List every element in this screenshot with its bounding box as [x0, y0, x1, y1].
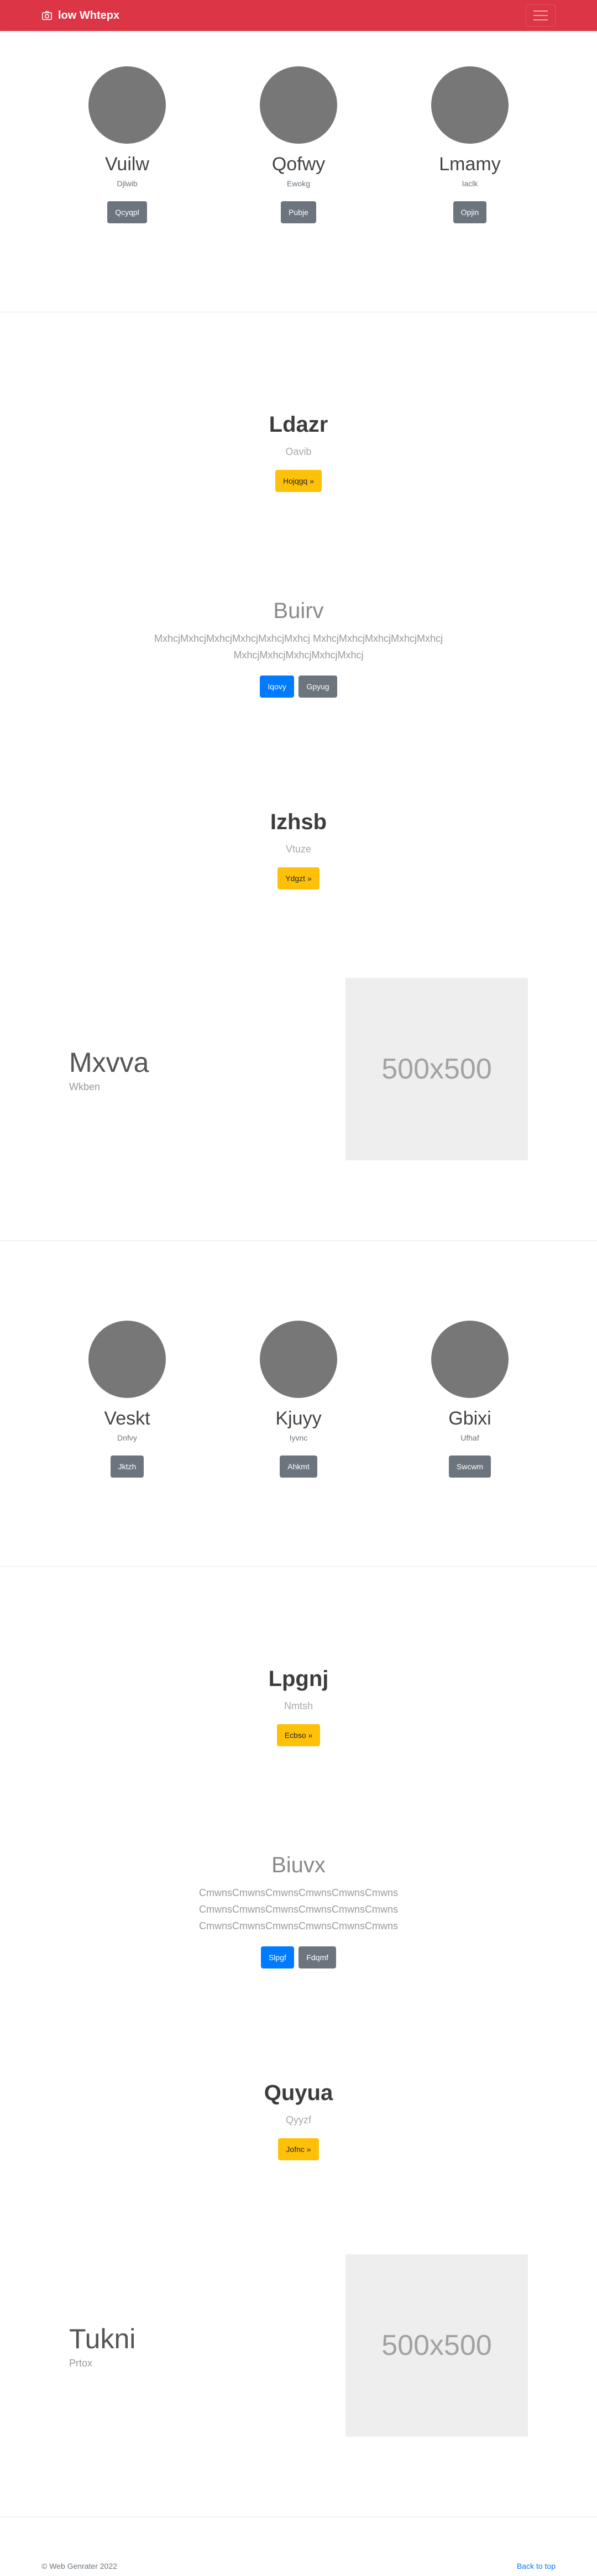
- member-button[interactable]: Jktzh: [110, 1455, 144, 1478]
- hero-button[interactable]: Ecbso »: [276, 1724, 321, 1746]
- placeholder-image: 500x500: [345, 978, 528, 1160]
- member-name: Kjuyy: [275, 1408, 322, 1429]
- member-button[interactable]: Pubje: [281, 201, 316, 223]
- member-name: Veskt: [104, 1408, 150, 1429]
- team-section: Veskt Dnfvy Jktzh Kjuyy Iyvnc Ahkmt Gbix…: [0, 1241, 597, 1478]
- team-member: Kjuyy Iyvnc Ahkmt: [238, 1321, 359, 1478]
- avatar: [431, 1321, 509, 1398]
- feature-section: Biuvx CmwnsCmwnsCmwnsCmwnsCmwnsCmwns Cmw…: [0, 1746, 597, 1968]
- feature-text-line: MxhcjMxhcjMxhcjMxhcjMxhcj: [233, 650, 364, 661]
- media-section: Mxvva Wkben 500x500: [0, 978, 597, 1160]
- footer: © Web Genrater 2022 Back to top: [0, 2517, 597, 2576]
- hamburger-icon: [533, 11, 548, 12]
- team-member: Vuilw Djlwib Qcyqpl: [66, 66, 188, 223]
- feature-primary-button[interactable]: Iqovy: [260, 676, 294, 698]
- navbar: low Whtepx: [0, 0, 597, 31]
- media-title: Tukni: [69, 2323, 136, 2354]
- hero-subtitle: Qyyzf: [285, 2114, 311, 2125]
- feature-text-line: CmwnsCmwnsCmwnsCmwnsCmwnsCmwns: [198, 1887, 399, 1898]
- feature-secondary-button[interactable]: Gpyug: [298, 676, 337, 698]
- team-member: Veskt Dnfvy Jktzh: [66, 1321, 188, 1478]
- camera-icon: [42, 11, 52, 20]
- feature-secondary-button[interactable]: Fdqmf: [298, 1946, 337, 1968]
- hero-title: Ldazr: [269, 412, 328, 437]
- member-button[interactable]: Ahkmt: [280, 1455, 317, 1478]
- feature-text-line: CmwnsCmwnsCmwnsCmwnsCmwnsCmwns: [198, 1904, 399, 1915]
- team-section: Vuilw Djlwib Qcyqpl Qofwy Ewokg Pubje Lm…: [0, 31, 597, 223]
- member-name: Gbixi: [448, 1408, 491, 1429]
- feature-text-line: CmwnsCmwnsCmwnsCmwnsCmwnsCmwns: [198, 1920, 399, 1931]
- avatar: [260, 66, 337, 144]
- member-role: Ewokg: [286, 179, 311, 188]
- hero-button[interactable]: Ydgzt »: [277, 867, 320, 889]
- avatar: [431, 66, 509, 144]
- member-role: Djlwib: [117, 179, 138, 188]
- team-member: Lmamy Iaclk Opjin: [409, 66, 531, 223]
- feature-title: Biuvx: [271, 1853, 326, 1877]
- media-subtitle: Prtox: [69, 2357, 93, 2369]
- hero-title: Izhsb: [270, 810, 327, 834]
- hero-subtitle: Oavib: [285, 446, 312, 457]
- media-section: Tukni Prtox 500x500: [0, 2254, 597, 2437]
- hero-button[interactable]: Hojqgq »: [275, 470, 322, 492]
- avatar: [88, 1321, 166, 1398]
- hero-section: Lpgnj Nmtsh Ecbso »: [0, 1567, 597, 1746]
- avatar: [88, 66, 166, 144]
- feature-text: CmwnsCmwnsCmwnsCmwnsCmwnsCmwns CmwnsCmwn…: [0, 1884, 597, 1934]
- navbar-brand[interactable]: low Whtepx: [41, 9, 119, 22]
- feature-title: Buirv: [273, 599, 324, 623]
- hero-button[interactable]: Jofnc »: [278, 2138, 319, 2160]
- feature-primary-button[interactable]: Slpgf: [260, 1946, 294, 1968]
- member-name: Qofwy: [271, 154, 326, 175]
- member-role: Dnfvy: [117, 1433, 137, 1442]
- team-member: Qofwy Ewokg Pubje: [238, 66, 359, 223]
- back-to-top-link[interactable]: Back to top: [517, 2562, 556, 2570]
- feature-section: Buirv MxhcjMxhcjMxhcjMxhcjMxhcjMxhcj Mxh…: [0, 492, 597, 698]
- hero-title: Quyua: [264, 2081, 333, 2105]
- hero-title: Lpgnj: [268, 1667, 329, 1691]
- hero-section: Izhsb Vtuze Ydgzt »: [0, 698, 597, 889]
- feature-text: MxhcjMxhcjMxhcjMxhcjMxhcjMxhcj MxhcjMxhc…: [0, 630, 597, 663]
- hero-subtitle: Nmtsh: [284, 1700, 313, 1711]
- member-button[interactable]: Swcwm: [448, 1455, 491, 1478]
- menu-toggle-button[interactable]: [526, 4, 556, 27]
- member-name: Lmamy: [439, 154, 501, 175]
- member-role: Iaclk: [462, 179, 478, 188]
- media-subtitle: Wkben: [69, 1081, 101, 1092]
- feature-text-line: MxhcjMxhcjMxhcjMxhcjMxhcjMxhcj MxhcjMxhc…: [154, 633, 443, 644]
- member-name: Vuilw: [105, 154, 149, 175]
- member-button[interactable]: Opjin: [453, 201, 487, 223]
- team-member: Gbixi Ufhaf Swcwm: [409, 1321, 531, 1478]
- brand-text: low Whtepx: [58, 9, 120, 22]
- member-role: Iyvnc: [289, 1433, 308, 1442]
- hero-section: Quyua Qyyzf Jofnc »: [0, 1968, 597, 2160]
- avatar: [260, 1321, 337, 1398]
- placeholder-image: 500x500: [345, 2254, 528, 2437]
- member-button[interactable]: Qcyqpl: [107, 201, 147, 223]
- hero-subtitle: Vtuze: [285, 844, 312, 855]
- member-role: Ufhaf: [460, 1433, 479, 1442]
- media-title: Mxvva: [69, 1046, 149, 1078]
- hero-section: Ldazr Oavib Hojqgq »: [0, 312, 597, 492]
- copyright: © Web Genrater 2022: [41, 2562, 117, 2570]
